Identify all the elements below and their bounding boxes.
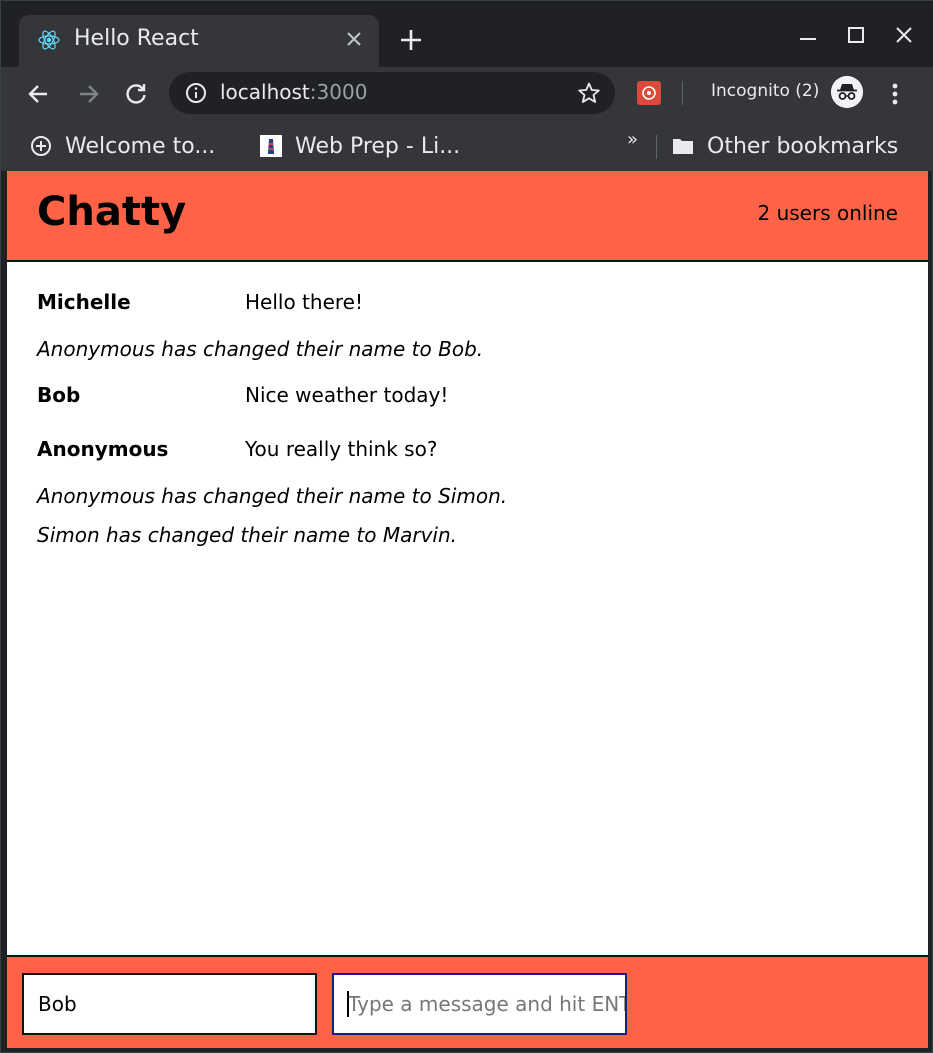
address-bar[interactable]: localhost:3000 <box>169 72 615 114</box>
system-notification: Anonymous has changed their name to Bob. <box>37 337 484 361</box>
toolbar-divider <box>682 81 683 105</box>
lighthouse-icon <box>260 135 282 157</box>
message-content: You really think so? <box>245 437 438 461</box>
forward-arrow-icon[interactable] <box>74 80 102 108</box>
system-notification: Anonymous has changed their name to Simo… <box>37 484 508 508</box>
other-bookmarks[interactable]: Other bookmarks <box>671 127 898 165</box>
chatbar <box>7 955 928 1048</box>
new-tab-icon[interactable] <box>398 27 424 53</box>
page-viewport: Chatty 2 users online Michelle Hello the… <box>7 171 928 1048</box>
message-username: Bob <box>37 383 81 407</box>
react-icon <box>38 30 60 50</box>
menu-kebab-icon[interactable] <box>885 79 905 109</box>
incognito-label[interactable]: Incognito (2) <box>711 81 819 101</box>
message-username: Michelle <box>37 290 131 314</box>
maximize-icon[interactable] <box>844 23 868 47</box>
message-input[interactable] <box>332 973 627 1035</box>
bookmark-welcome[interactable]: Welcome to... <box>29 127 215 165</box>
bookmark-web-prep[interactable]: Web Prep - Li... <box>259 127 460 165</box>
chrome-web-store-icon <box>31 136 51 156</box>
message-username: Anonymous <box>37 437 169 461</box>
system-notification: Simon has changed their name to Marvin. <box>37 523 457 547</box>
browser-toolbar: localhost:3000 Incognito (2) <box>1 67 933 121</box>
url-text: localhost:3000 <box>220 80 367 104</box>
bookmark-label: Welcome to... <box>65 133 216 159</box>
bookmarks-divider <box>656 135 657 159</box>
url-port: :3000 <box>309 80 368 104</box>
extension-icon[interactable] <box>637 81 661 105</box>
bookmarks-overflow-button[interactable]: » <box>627 129 638 150</box>
bookmarks-bar: Welcome to... Web Prep - Li... » Other b… <box>1 121 933 171</box>
navbar: Chatty 2 users online <box>7 171 928 262</box>
tab-strip: Hello React <box>1 1 933 67</box>
incognito-icon[interactable] <box>831 76 863 108</box>
reload-icon[interactable] <box>122 80 150 108</box>
back-arrow-icon[interactable] <box>25 80 53 108</box>
users-online-count: 2 users online <box>757 201 899 225</box>
close-icon[interactable] <box>343 28 365 50</box>
minimize-icon[interactable] <box>796 23 820 47</box>
tab-hello-react[interactable]: Hello React <box>19 15 379 67</box>
username-input[interactable] <box>22 973 317 1035</box>
navbar-brand[interactable]: Chatty <box>37 189 186 235</box>
message-content: Nice weather today! <box>245 383 449 407</box>
url-host: localhost <box>220 80 310 104</box>
folder-icon <box>673 139 693 154</box>
text-caret <box>347 991 349 1017</box>
bookmark-label: Web Prep - Li... <box>295 133 461 159</box>
message-content: Hello there! <box>245 290 363 314</box>
window-close-icon[interactable] <box>892 23 916 47</box>
tab-title: Hello React <box>74 26 199 51</box>
other-bookmarks-label: Other bookmarks <box>707 133 899 159</box>
star-icon[interactable] <box>577 81 601 105</box>
info-icon[interactable] <box>185 82 207 104</box>
browser-window: Hello React localhost:3000 Incognito (2)… <box>0 0 933 1053</box>
